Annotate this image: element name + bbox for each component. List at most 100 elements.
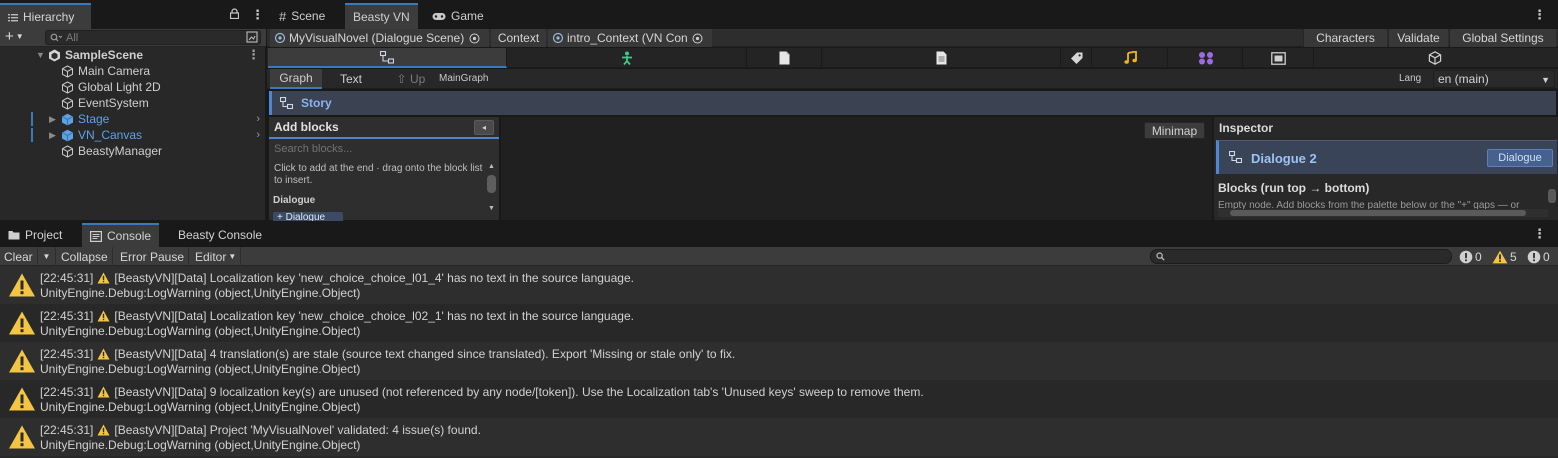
context-tab-context[interactable]: Context xyxy=(491,29,546,47)
clear-button[interactable]: Clear xyxy=(0,247,38,266)
global-settings-button[interactable]: Global Settings xyxy=(1449,29,1556,47)
objects-section-button[interactable] xyxy=(1315,48,1555,68)
log-time: [22:45:31] xyxy=(40,385,94,399)
console-search-input[interactable] xyxy=(1150,249,1452,264)
dropdown-caret-icon: ▼ xyxy=(15,32,24,42)
frame-section-button[interactable] xyxy=(1244,48,1314,68)
tab-beasty-vn[interactable]: Beasty VN xyxy=(345,3,418,29)
editor-dropdown[interactable]: Editor ▼ xyxy=(191,247,242,266)
tab-hierarchy[interactable]: Hierarchy xyxy=(0,3,91,29)
scrollbar-thumb[interactable] xyxy=(1548,189,1556,203)
hierarchy-item-main-camera[interactable]: Main Camera xyxy=(0,63,266,79)
collapse-arrow-icon[interactable]: ▼ xyxy=(36,50,45,60)
story-breadcrumb[interactable]: Story xyxy=(269,91,1556,115)
minimap-button[interactable]: Minimap xyxy=(1144,122,1205,139)
context-tab-intro-context[interactable]: intro_Context (VN Con xyxy=(548,29,712,47)
hierarchy-item-global-light-2d[interactable]: Global Light 2D xyxy=(0,79,266,95)
grid-icon: # xyxy=(279,8,287,24)
cube-icon xyxy=(1428,51,1442,65)
hierarchy-item-vn-canvas[interactable]: ▶ VN_Canvas › xyxy=(0,127,266,143)
characters-section-button[interactable] xyxy=(508,48,747,68)
log-entry[interactable]: [22:45:31] [BeastyVN][Data] Localization… xyxy=(0,266,1558,304)
gamepad-icon xyxy=(432,12,446,21)
prefab-icon xyxy=(61,113,74,126)
pages-section-button[interactable] xyxy=(748,48,822,68)
clear-options-dropdown[interactable]: ▼ xyxy=(38,247,56,266)
graph-section-button[interactable] xyxy=(268,48,507,68)
log-entry[interactable]: [22:45:31] [BeastyVN][Data] 4 translatio… xyxy=(0,342,1558,380)
nodes-section-button[interactable] xyxy=(1169,48,1243,68)
up-button[interactable]: ⇧ Up xyxy=(391,69,431,89)
log-entry[interactable]: [22:45:31] [BeastyVN][Data] Localization… xyxy=(0,304,1558,342)
graph-canvas[interactable]: Minimap xyxy=(501,117,1212,220)
log-entry[interactable]: [22:45:31] [BeastyVN][Data] 9 localizati… xyxy=(0,380,1558,418)
tab-text[interactable]: Text xyxy=(327,69,375,89)
gameobject-icon xyxy=(61,144,74,158)
kebab-menu-icon[interactable]: ⋮ xyxy=(1533,7,1546,23)
hierarchy-item-samplescene[interactable]: ▼ SampleScene ⋮ xyxy=(0,47,266,63)
music-icon xyxy=(1123,51,1137,65)
scrollbar-thumb[interactable] xyxy=(487,175,496,193)
tab-beasty-vn-label: Beasty VN xyxy=(353,10,410,24)
search-blocks-input[interactable]: Search blocks... xyxy=(273,143,497,157)
scroll-up-icon[interactable]: ▲ xyxy=(488,163,495,170)
tags-section-button[interactable] xyxy=(1062,48,1092,68)
kebab-menu-icon[interactable]: ⋮ xyxy=(247,47,260,63)
tab-graph[interactable]: Graph xyxy=(270,69,322,89)
audio-section-button[interactable] xyxy=(1093,48,1168,68)
lock-icon[interactable] xyxy=(230,8,239,19)
expand-arrow-icon[interactable]: ▶ xyxy=(49,114,56,125)
hierarchy-item-label: SampleScene xyxy=(65,48,144,62)
log-time: [22:45:31] xyxy=(40,423,94,437)
log-entry[interactable]: [22:45:31] [BeastyVN][Data] Project 'MyV… xyxy=(0,418,1558,456)
log-time: [22:45:31] xyxy=(40,309,94,323)
tab-console[interactable]: Console xyxy=(82,223,160,247)
hierarchy-item-stage[interactable]: ▶ Stage › xyxy=(0,111,266,127)
inspector-horizontal-scrollbar[interactable] xyxy=(1218,209,1548,217)
scene-visibility-icon[interactable] xyxy=(246,31,258,43)
node-type-badge: Dialogue xyxy=(1487,149,1553,167)
language-select[interactable]: en (main) ▼ xyxy=(1433,70,1555,88)
documents-section-button[interactable] xyxy=(823,48,1061,68)
section-icon-bar xyxy=(267,48,1558,68)
validate-button[interactable]: Validate xyxy=(1388,29,1448,47)
scrollbar-thumb[interactable] xyxy=(1230,210,1526,216)
tab-console-label: Console xyxy=(107,229,152,243)
kebab-menu-icon[interactable]: ⋮ xyxy=(1533,226,1546,242)
blocks-scrollbar[interactable]: ▲ ▼ xyxy=(486,161,497,217)
tab-game[interactable]: Game xyxy=(424,3,492,29)
collapse-toggle[interactable]: Collapse xyxy=(57,247,113,266)
block-category-dialogue: Dialogue xyxy=(273,195,316,206)
warning-count-toggle[interactable]: 5 xyxy=(1492,247,1517,266)
gameobject-icon xyxy=(61,64,74,78)
editor-label: Editor xyxy=(195,249,227,264)
collapse-panel-button[interactable]: ◂ xyxy=(474,120,494,135)
hierarchy-search-input[interactable]: All xyxy=(45,30,261,45)
graph-icon xyxy=(380,50,394,64)
chevron-right-icon[interactable]: › xyxy=(256,129,260,141)
add-object-button[interactable]: + ▼ xyxy=(5,29,24,45)
tab-scene[interactable]: # Scene xyxy=(271,3,333,29)
node-type-label: Dialogue xyxy=(1498,152,1542,164)
characters-label: Characters xyxy=(1316,31,1375,45)
expand-arrow-icon[interactable]: ▶ xyxy=(49,130,56,141)
hierarchy-item-beastymanager[interactable]: BeastyManager xyxy=(0,143,266,159)
inspector-vertical-scrollbar[interactable] xyxy=(1548,179,1557,217)
tab-game-label: Game xyxy=(451,9,484,23)
tab-project[interactable]: Project xyxy=(0,223,70,247)
story-label: Story xyxy=(301,96,332,110)
context-tab-visual-novel[interactable]: MyVisualNovel (Dialogue Scene) xyxy=(270,29,489,47)
vn-context-icon xyxy=(552,32,564,44)
tab-beasty-console[interactable]: Beasty Console xyxy=(170,223,270,247)
characters-button[interactable]: Characters xyxy=(1303,29,1387,47)
target-icon[interactable] xyxy=(469,33,480,44)
hierarchy-item-label: EventSystem xyxy=(78,96,149,110)
error-count-toggle[interactable]: 0 xyxy=(1459,247,1482,266)
error-pause-toggle[interactable]: Error Pause xyxy=(116,247,190,266)
target-icon[interactable] xyxy=(692,33,703,44)
chevron-right-icon[interactable]: › xyxy=(256,113,260,125)
message-count-toggle[interactable]: 0 xyxy=(1527,247,1550,266)
scroll-down-icon[interactable]: ▼ xyxy=(488,205,495,212)
hierarchy-item-eventsystem[interactable]: EventSystem xyxy=(0,95,266,111)
kebab-menu-icon[interactable]: ⋮ xyxy=(251,7,264,23)
